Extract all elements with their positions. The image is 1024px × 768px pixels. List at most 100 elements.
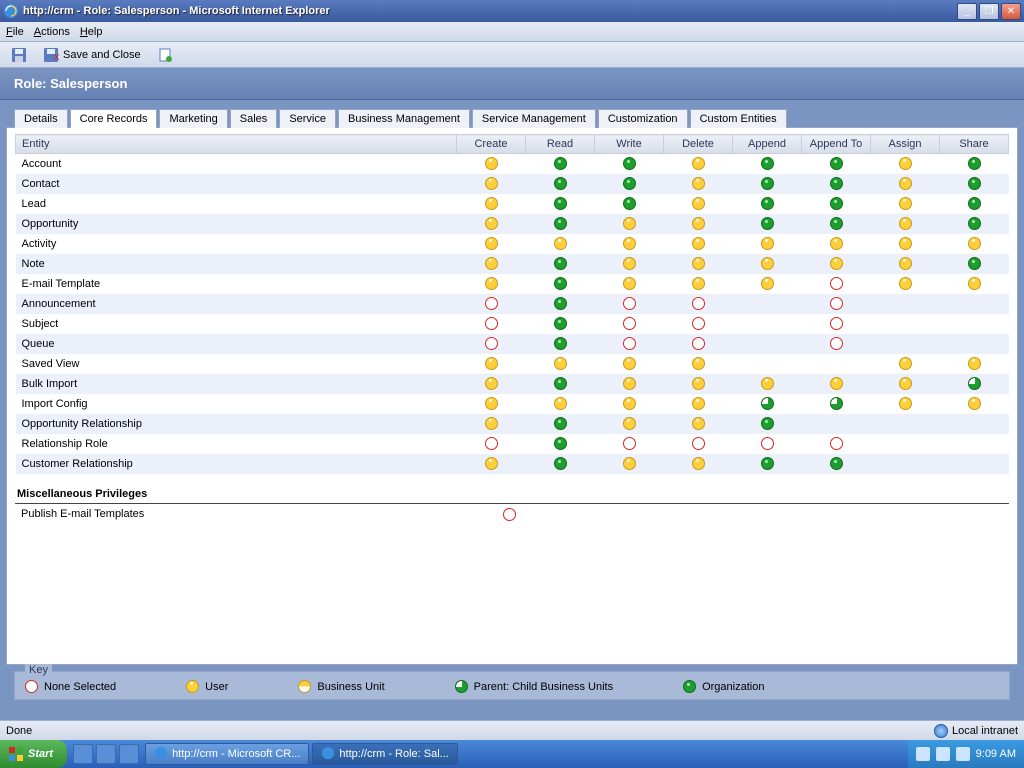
privilege-cell[interactable] — [664, 334, 733, 354]
privilege-cell[interactable] — [664, 294, 733, 314]
privilege-cell[interactable] — [940, 414, 1009, 434]
privilege-cell[interactable] — [871, 194, 940, 214]
privilege-cell[interactable] — [457, 354, 526, 374]
restore-button[interactable]: ❐ — [979, 3, 999, 20]
privilege-cell[interactable] — [940, 394, 1009, 414]
privilege-cell[interactable] — [457, 294, 526, 314]
tray-icon[interactable] — [936, 747, 950, 761]
ql-item[interactable] — [96, 744, 116, 764]
privilege-cell[interactable] — [733, 194, 802, 214]
privilege-cell[interactable] — [595, 434, 664, 454]
privilege-cell[interactable] — [475, 508, 544, 521]
privilege-cell[interactable] — [526, 354, 595, 374]
taskbar-button[interactable]: http://crm - Microsoft CR... — [145, 743, 309, 765]
privilege-cell[interactable] — [595, 294, 664, 314]
privilege-cell[interactable] — [871, 234, 940, 254]
tray-icon[interactable] — [916, 747, 930, 761]
privilege-cell[interactable] — [526, 154, 595, 174]
menu-file[interactable]: File — [6, 26, 24, 38]
privilege-cell[interactable] — [733, 214, 802, 234]
privilege-cell[interactable] — [526, 294, 595, 314]
privilege-cell[interactable] — [595, 194, 664, 214]
start-button[interactable]: Start — [0, 740, 67, 768]
toolbar-extra-button[interactable] — [152, 44, 178, 66]
tab-details[interactable]: Details — [14, 109, 68, 128]
privilege-cell[interactable] — [733, 434, 802, 454]
privilege-cell[interactable] — [526, 374, 595, 394]
privilege-cell[interactable] — [457, 174, 526, 194]
privilege-cell[interactable] — [664, 454, 733, 474]
tray-icon[interactable] — [956, 747, 970, 761]
privilege-cell[interactable] — [457, 414, 526, 434]
privilege-cell[interactable] — [802, 414, 871, 434]
tab-service-management[interactable]: Service Management — [472, 109, 596, 128]
privilege-cell[interactable] — [871, 414, 940, 434]
privilege-cell[interactable] — [802, 374, 871, 394]
privilege-cell[interactable] — [733, 154, 802, 174]
minimize-button[interactable]: _ — [957, 3, 977, 20]
privilege-cell[interactable] — [457, 334, 526, 354]
tab-customization[interactable]: Customization — [598, 109, 688, 128]
privilege-cell[interactable] — [526, 334, 595, 354]
privilege-cell[interactable] — [595, 394, 664, 414]
save-and-close-button[interactable]: x Save and Close — [38, 44, 146, 66]
privilege-cell[interactable] — [802, 394, 871, 414]
privilege-cell[interactable] — [940, 434, 1009, 454]
privilege-cell[interactable] — [940, 254, 1009, 274]
privilege-cell[interactable] — [871, 254, 940, 274]
privilege-cell[interactable] — [871, 374, 940, 394]
tab-service[interactable]: Service — [279, 109, 336, 128]
privilege-cell[interactable] — [595, 354, 664, 374]
tab-business-management[interactable]: Business Management — [338, 109, 470, 128]
privilege-cell[interactable] — [457, 374, 526, 394]
privilege-cell[interactable] — [595, 274, 664, 294]
privilege-cell[interactable] — [595, 454, 664, 474]
privilege-cell[interactable] — [457, 454, 526, 474]
privilege-cell[interactable] — [664, 214, 733, 234]
privilege-cell[interactable] — [871, 354, 940, 374]
privilege-cell[interactable] — [940, 334, 1009, 354]
privilege-cell[interactable] — [664, 234, 733, 254]
menu-actions[interactable]: Actions — [34, 26, 70, 38]
privilege-cell[interactable] — [595, 314, 664, 334]
privilege-cell[interactable] — [733, 274, 802, 294]
privilege-cell[interactable] — [940, 234, 1009, 254]
privilege-cell[interactable] — [526, 454, 595, 474]
privilege-cell[interactable] — [664, 274, 733, 294]
privilege-cell[interactable] — [526, 394, 595, 414]
privilege-cell[interactable] — [526, 414, 595, 434]
privilege-cell[interactable] — [940, 374, 1009, 394]
privilege-cell[interactable] — [802, 254, 871, 274]
privilege-cell[interactable] — [664, 354, 733, 374]
save-button[interactable] — [6, 44, 32, 66]
privilege-cell[interactable] — [871, 214, 940, 234]
privilege-cell[interactable] — [871, 294, 940, 314]
privilege-cell[interactable] — [457, 314, 526, 334]
privilege-cell[interactable] — [733, 254, 802, 274]
privilege-cell[interactable] — [802, 354, 871, 374]
privilege-cell[interactable] — [733, 334, 802, 354]
privilege-cell[interactable] — [802, 214, 871, 234]
privilege-cell[interactable] — [595, 374, 664, 394]
privilege-cell[interactable] — [526, 194, 595, 214]
privilege-cell[interactable] — [664, 154, 733, 174]
tab-core-records[interactable]: Core Records — [70, 109, 158, 128]
privilege-cell[interactable] — [940, 314, 1009, 334]
tab-marketing[interactable]: Marketing — [159, 109, 227, 128]
privilege-cell[interactable] — [802, 454, 871, 474]
privilege-cell[interactable] — [664, 434, 733, 454]
privilege-cell[interactable] — [733, 314, 802, 334]
privilege-cell[interactable] — [595, 174, 664, 194]
privilege-cell[interactable] — [457, 234, 526, 254]
privilege-cell[interactable] — [733, 414, 802, 434]
privilege-cell[interactable] — [526, 174, 595, 194]
privilege-cell[interactable] — [802, 234, 871, 254]
privilege-cell[interactable] — [940, 274, 1009, 294]
ql-item[interactable] — [73, 744, 93, 764]
menu-help[interactable]: Help — [80, 26, 103, 38]
privilege-cell[interactable] — [940, 194, 1009, 214]
privilege-cell[interactable] — [802, 434, 871, 454]
privilege-cell[interactable] — [526, 274, 595, 294]
privilege-cell[interactable] — [526, 254, 595, 274]
privilege-cell[interactable] — [595, 334, 664, 354]
